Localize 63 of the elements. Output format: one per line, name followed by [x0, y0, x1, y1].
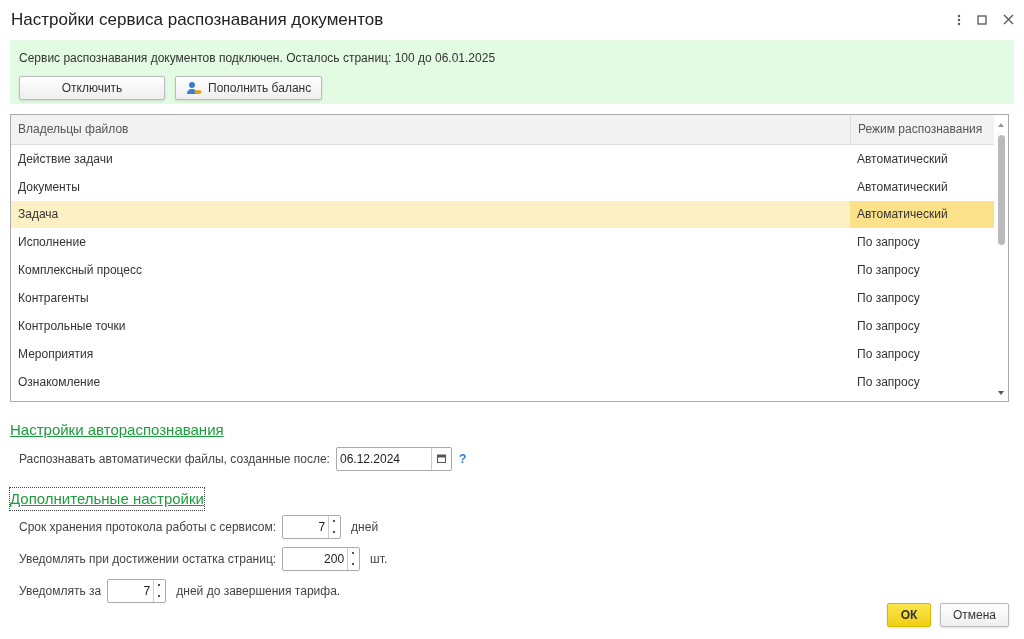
button[interactable]: Пополнить баланс [175, 75, 323, 100]
table-cell-text: Автоматический [856, 178, 949, 196]
help-link[interactable]: ? [458, 449, 467, 468]
scroll-up-icon[interactable] [998, 122, 1004, 127]
number-field[interactable]: 200 [282, 547, 361, 571]
table-row[interactable]: Мероприятия По запросу [11, 340, 994, 368]
field-label: Срок хранения протокола работы с сервисом: [19, 519, 277, 536]
table-cell-text: Комплексный процесс [17, 262, 144, 280]
table-cell-text: Контрольные точки [17, 318, 127, 336]
date-value: 06.12.2024 [338, 450, 401, 468]
close-icon[interactable] [1003, 14, 1014, 26]
button[interactable]: Отключить [19, 75, 165, 100]
section-link[interactable]: Настройки автораспознавания [10, 419, 224, 442]
field-label: Уведомлять при достижении остатка страниц: [19, 551, 277, 568]
window-title: Настройки сервиса распознавания документов [11, 9, 385, 32]
table-cell-text: Мероприятия [17, 345, 95, 363]
table-cell-text: Исполнение [17, 234, 87, 252]
table-cell-text: По запросу [856, 290, 921, 308]
scrollbar-thumb[interactable] [997, 134, 1005, 245]
table-cell-text: По запросу [856, 318, 921, 336]
table-row[interactable]: Контрольные точки По запросу [11, 312, 994, 340]
table-row[interactable]: Исполнение По запросу [11, 228, 994, 257]
field-label: Уведомлять за [19, 583, 102, 600]
button[interactable]: Отмена [940, 603, 1009, 627]
spin-up-icon[interactable] [158, 584, 162, 587]
table-cell: Автоматический [850, 200, 994, 229]
table-row[interactable]: Комплексный процесс По запросу [11, 256, 994, 285]
number-field[interactable]: 7 [107, 579, 167, 603]
scroll-down-icon[interactable] [998, 391, 1004, 395]
number-field[interactable]: 7 [282, 515, 342, 539]
table-row[interactable]: Ознакомление По запросу [11, 367, 994, 396]
table-cell-text: По запросу [856, 373, 921, 391]
column-header: Владельцы файлов [17, 121, 130, 139]
spin-up-icon[interactable] [352, 552, 356, 555]
date-field[interactable]: 06.12.2024 [335, 446, 452, 471]
spin-down-icon[interactable] [158, 595, 162, 598]
person-coins-icon [186, 80, 202, 95]
field-label: Распознавать автоматически файлы, созданные после: [19, 450, 330, 468]
spin-up-icon[interactable] [333, 520, 337, 523]
table-cell-text: Ознакомление [17, 373, 102, 391]
table-cell-text: Контрагенты [17, 290, 90, 308]
spin-down-icon[interactable] [333, 531, 337, 534]
table-row[interactable]: Документы Автоматический [11, 172, 994, 201]
unit-label: дней [351, 519, 379, 536]
table-row[interactable]: Контрагенты По запросу [11, 284, 994, 313]
table-row[interactable]: Действие задачи Автоматический [11, 144, 994, 173]
table-cell-text: Задача [17, 206, 60, 224]
table-cell-text: Автоматический [856, 150, 949, 168]
section-link[interactable]: Дополнительные настройки [10, 487, 204, 510]
unit-label: дней до завершения тарифа. [176, 583, 341, 600]
table-cell-text: Документы [17, 178, 81, 196]
calendar-icon[interactable] [436, 454, 446, 463]
table-cell-text: Действие задачи [17, 150, 114, 168]
maximize-icon[interactable] [977, 14, 987, 25]
table-cell-text: По запросу [856, 262, 921, 280]
spin-down-icon[interactable] [352, 563, 356, 566]
table-cell-text: По запросу [856, 345, 921, 363]
status-message: Сервис распознавания документов подключен. Осталось страниц: 100 до 06.01.2025 [19, 49, 497, 67]
unit-label: шт. [370, 551, 388, 568]
table-cell-text: По запросу [856, 234, 921, 252]
button[interactable]: ОК [887, 603, 931, 627]
table-row[interactable]: Задача Автоматический [11, 200, 994, 229]
more-icon[interactable] [957, 13, 961, 26]
